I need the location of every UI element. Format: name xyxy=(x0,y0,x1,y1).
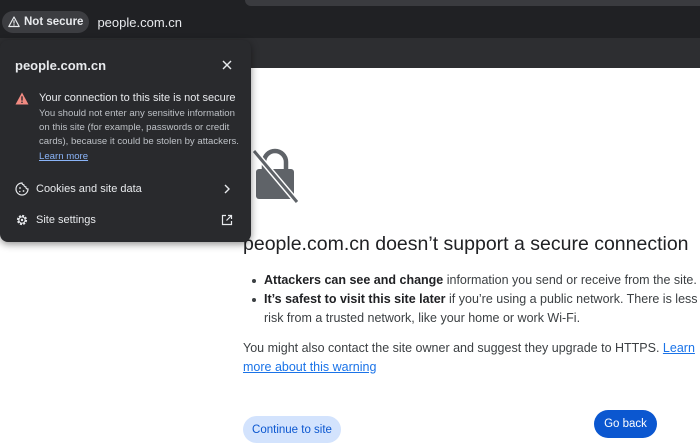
gear-icon xyxy=(16,214,28,226)
broken-lock-icon xyxy=(251,148,300,203)
browser-toolbar: Not secure people.com.cn xyxy=(0,0,700,38)
not-secure-chip[interactable]: Not secure xyxy=(2,11,90,33)
list-item: It’s safest to visit this site later if … xyxy=(248,290,698,328)
learn-more-link[interactable]: Learn more xyxy=(39,151,88,162)
warning-body: You should not enter any sensitive infor… xyxy=(39,107,239,164)
warning-text: You should not enter any sensitive infor… xyxy=(39,108,239,148)
bullet-text: information you send or receive from the… xyxy=(443,273,697,287)
page-title: people.com.cn doesn’t support a secure c… xyxy=(243,233,689,255)
warning-icon xyxy=(15,92,29,105)
bullet-bold-text: It’s safest to visit this site later xyxy=(264,292,446,306)
cookies-row-label: Cookies and site data xyxy=(36,183,142,195)
chevron-right-icon xyxy=(224,184,230,194)
continue-to-site-button[interactable]: Continue to site xyxy=(243,416,341,443)
open-external-icon xyxy=(221,214,233,226)
site-info-popup: people.com.cn Your connection to this si… xyxy=(0,40,251,242)
cookies-and-site-data-row[interactable]: Cookies and site data xyxy=(0,174,251,204)
bullet-bold-text: Attackers can see and change xyxy=(264,273,444,287)
list-item: Attackers can see and change information… xyxy=(248,271,698,290)
site-settings-row-label: Site settings xyxy=(36,214,96,226)
omnibox[interactable]: Not secure people.com.cn xyxy=(0,10,182,34)
contact-text: You might also contact the site owner an… xyxy=(243,341,663,355)
site-settings-row[interactable]: Site settings xyxy=(0,205,251,235)
close-button[interactable] xyxy=(219,57,235,73)
go-back-button[interactable]: Go back xyxy=(594,410,657,438)
warning-triangle-icon xyxy=(8,16,20,28)
tab-strip xyxy=(245,0,700,6)
risk-list: Attackers can see and change information… xyxy=(248,271,698,328)
popup-domain: people.com.cn xyxy=(15,58,107,73)
not-secure-label: Not secure xyxy=(24,16,84,28)
cookie-icon xyxy=(15,182,29,196)
url-text[interactable]: people.com.cn xyxy=(97,15,182,30)
warning-title: Your connection to this site is not secu… xyxy=(39,92,236,104)
close-icon xyxy=(222,60,232,70)
contact-paragraph: You might also contact the site owner an… xyxy=(243,339,698,377)
